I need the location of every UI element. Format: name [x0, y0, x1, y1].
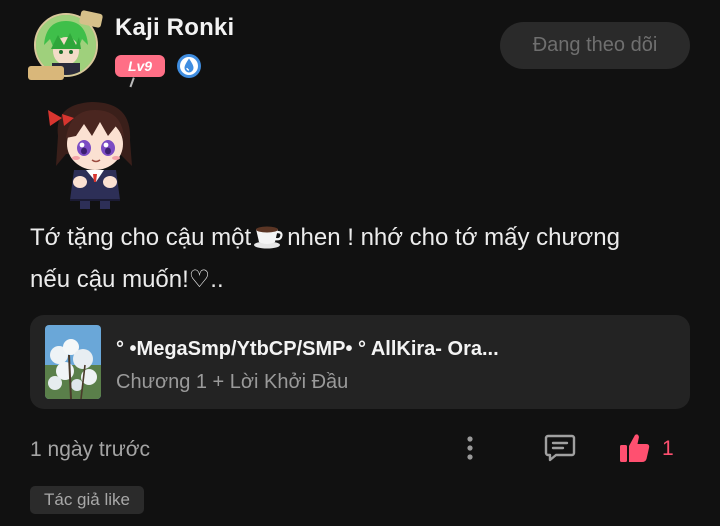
comment-text-part: nếu cậu muốn!♡..	[30, 266, 224, 293]
chapter-cover-thumbnail	[45, 325, 101, 399]
more-options-icon[interactable]	[458, 434, 482, 462]
decorative-mark	[129, 77, 139, 89]
username[interactable]: Kaji Ronki	[115, 14, 234, 42]
chapter-link-card[interactable]: ° •MegaSmp/YtbCP/SMP• ° AllKira- Ora... …	[30, 315, 690, 409]
comment-text: Tớ tặng cho cậu một nhen ! nhớ cho tớ mấ…	[30, 219, 690, 299]
avatar-with-frame[interactable]	[28, 9, 104, 82]
chibi-sticker-image	[40, 96, 150, 211]
like-count: 1	[662, 437, 674, 460]
level-badge: Lv9	[115, 55, 165, 77]
chapter-story-title: ° •MegaSmp/YtbCP/SMP• ° AllKira- Ora...	[116, 338, 499, 360]
coffee-cup-icon	[253, 223, 283, 261]
like-button[interactable]: 1	[618, 431, 680, 465]
comment-timestamp: 1 ngày trước	[30, 438, 151, 461]
comment-text-part: Tớ tặng cho cậu một	[30, 224, 252, 251]
chapter-name: Chương 1 + Lời Khởi Đầu	[116, 371, 349, 393]
reply-comment-icon[interactable]	[543, 432, 577, 464]
water-drop-badge-icon	[176, 53, 202, 79]
comment-text-part: nhen ! nhớ cho tớ mấy chương	[287, 224, 620, 251]
follow-button[interactable]: Đang theo dõi	[500, 22, 690, 69]
avatar-frame-ornament	[28, 66, 64, 80]
thumbs-up-icon	[620, 434, 650, 462]
author-liked-badge: Tác giả like	[30, 486, 144, 514]
